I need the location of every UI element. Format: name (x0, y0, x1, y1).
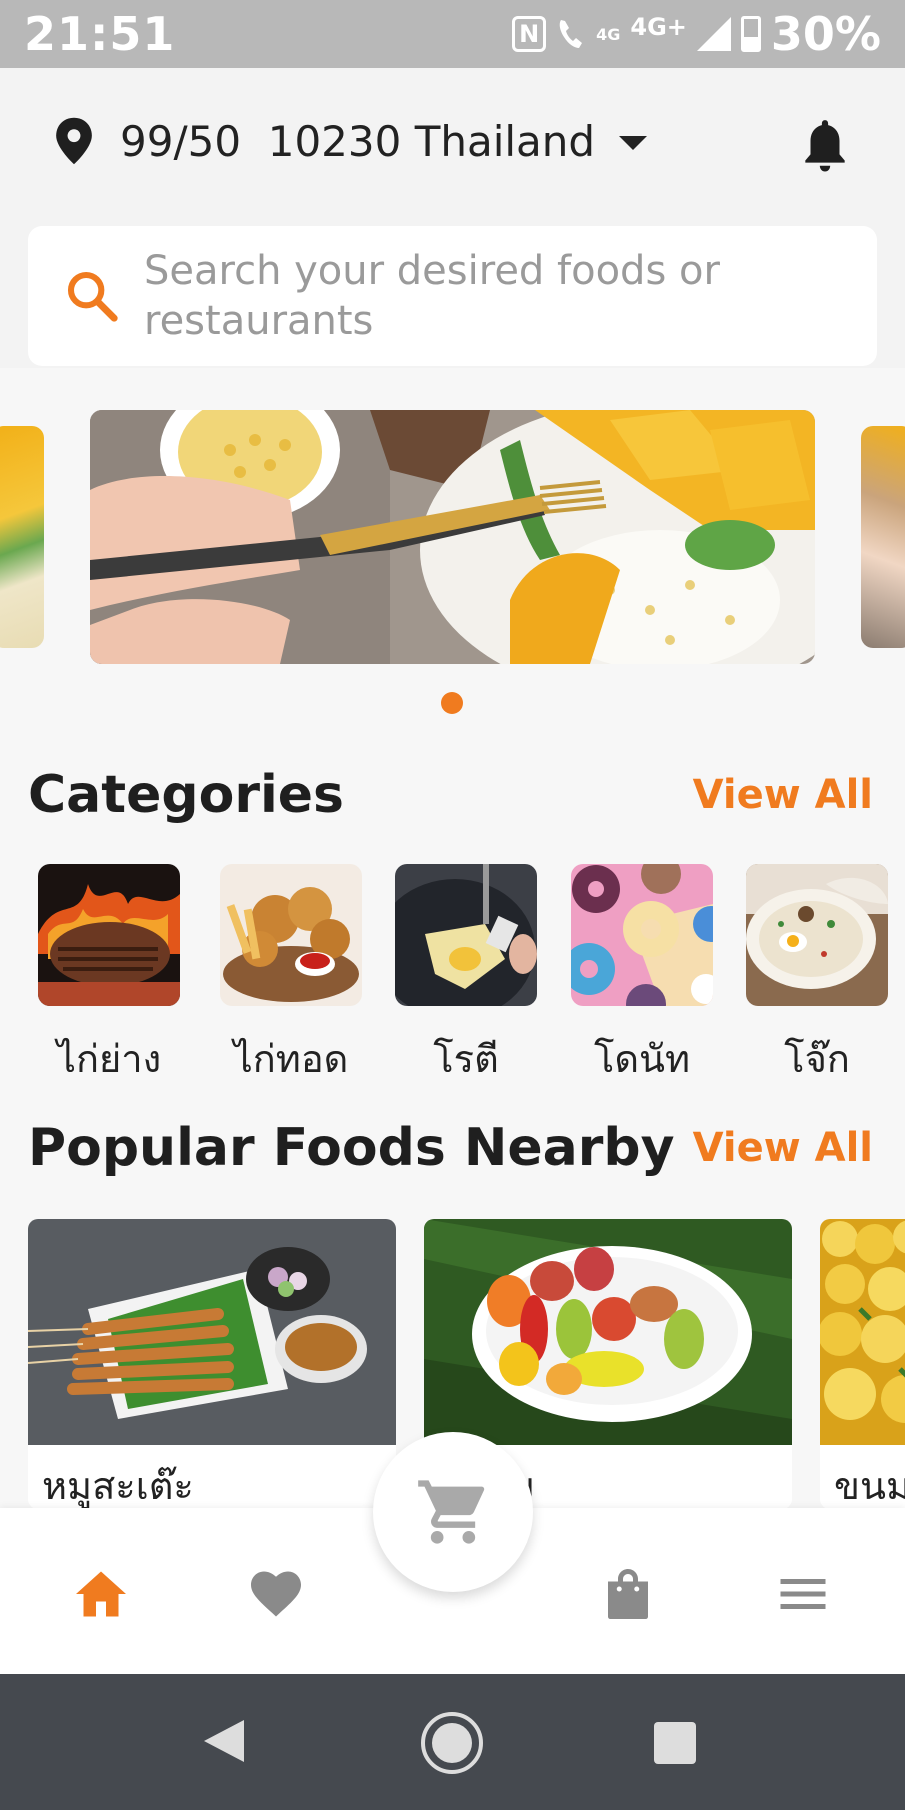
heart-icon[interactable] (246, 1564, 306, 1624)
home-icon[interactable] (71, 1564, 131, 1624)
android-navigation-bar (0, 1674, 905, 1810)
popular-title: Popular Foods Nearby (28, 1118, 675, 1178)
battery-percent: 30% (770, 7, 881, 61)
bell-icon[interactable] (799, 116, 851, 174)
category-item[interactable]: โจ๊ก (746, 864, 888, 1089)
home-system-icon[interactable] (421, 1712, 483, 1774)
carousel-dot-active[interactable] (441, 692, 463, 714)
category-item[interactable]: โดนัท (571, 864, 713, 1089)
food-label: หมูสะเต๊ะ (42, 1464, 194, 1508)
bag-icon[interactable] (598, 1564, 658, 1624)
location-text: 99/50 10230 Thailand (120, 116, 596, 166)
food-image-luk-chup (424, 1219, 792, 1445)
banner-image-prev[interactable] (0, 426, 44, 648)
nfc-icon: N (512, 16, 547, 52)
categories-view-all-link[interactable]: View All (693, 772, 873, 818)
cart-button[interactable] (373, 1432, 533, 1592)
categories-title: Categories (28, 765, 345, 825)
home-system-inner (432, 1723, 472, 1763)
battery-icon (740, 16, 761, 52)
category-image-congee (746, 864, 888, 1006)
back-icon[interactable] (204, 1720, 244, 1762)
category-label: ไก่ทอด (233, 1037, 349, 1081)
location-selector[interactable]: 99/50 10230 Thailand (52, 116, 648, 166)
search-placeholder: Search your desired foods or restaurants (144, 248, 720, 344)
food-image-khanom (820, 1219, 905, 1445)
status-icons: N 4G 4G+ 30% (512, 7, 881, 61)
banner-carousel[interactable] (0, 368, 905, 728)
menu-icon[interactable] (773, 1564, 833, 1624)
cart-icon (418, 1480, 485, 1544)
status-bar: 21:51 N 4G 4G+ 30% (0, 0, 905, 68)
popular-food-card[interactable]: ขนม (820, 1219, 905, 1509)
category-image-donut (571, 864, 713, 1006)
category-item[interactable]: ไก่ทอด (220, 864, 362, 1089)
header: 99/50 10230 Thailand Search your desired… (0, 68, 905, 368)
banner-illustration (90, 410, 815, 664)
food-label: ขนม (834, 1464, 905, 1508)
recent-apps-icon[interactable] (654, 1722, 696, 1764)
category-image-fried-chicken (220, 864, 362, 1006)
category-image-roti (395, 864, 537, 1006)
search-input[interactable]: Search your desired foods or restaurants (28, 226, 877, 366)
banner-image-mango-sticky-rice[interactable] (90, 410, 815, 664)
banner-image-next[interactable] (861, 426, 905, 648)
category-label: โรตี (433, 1037, 499, 1081)
search-icon (67, 271, 118, 322)
call-network-label: 4G (596, 24, 621, 44)
category-image-grilled-chicken (38, 864, 180, 1006)
status-time: 21:51 (24, 7, 176, 61)
categories-list: ไก่ย่าง ไก่ทอด โรตี โดนัท โจ๊ก (0, 864, 905, 1084)
category-label: ไก่ย่าง (56, 1037, 162, 1081)
location-pin-icon (56, 117, 92, 165)
call-icon (559, 20, 583, 48)
category-item[interactable]: โรตี (395, 864, 537, 1089)
food-image-satay (28, 1219, 396, 1445)
category-item[interactable]: ไก่ย่าง (38, 864, 180, 1089)
caret-down-icon (619, 136, 648, 150)
category-label: โดนัท (593, 1037, 691, 1081)
popular-view-all-link[interactable]: View All (693, 1125, 873, 1171)
category-label: โจ๊ก (784, 1037, 850, 1081)
signal-icon (696, 17, 731, 51)
network-type-label: 4G+ (630, 13, 687, 41)
popular-food-card[interactable]: หมูสะเต๊ะ (28, 1219, 396, 1509)
